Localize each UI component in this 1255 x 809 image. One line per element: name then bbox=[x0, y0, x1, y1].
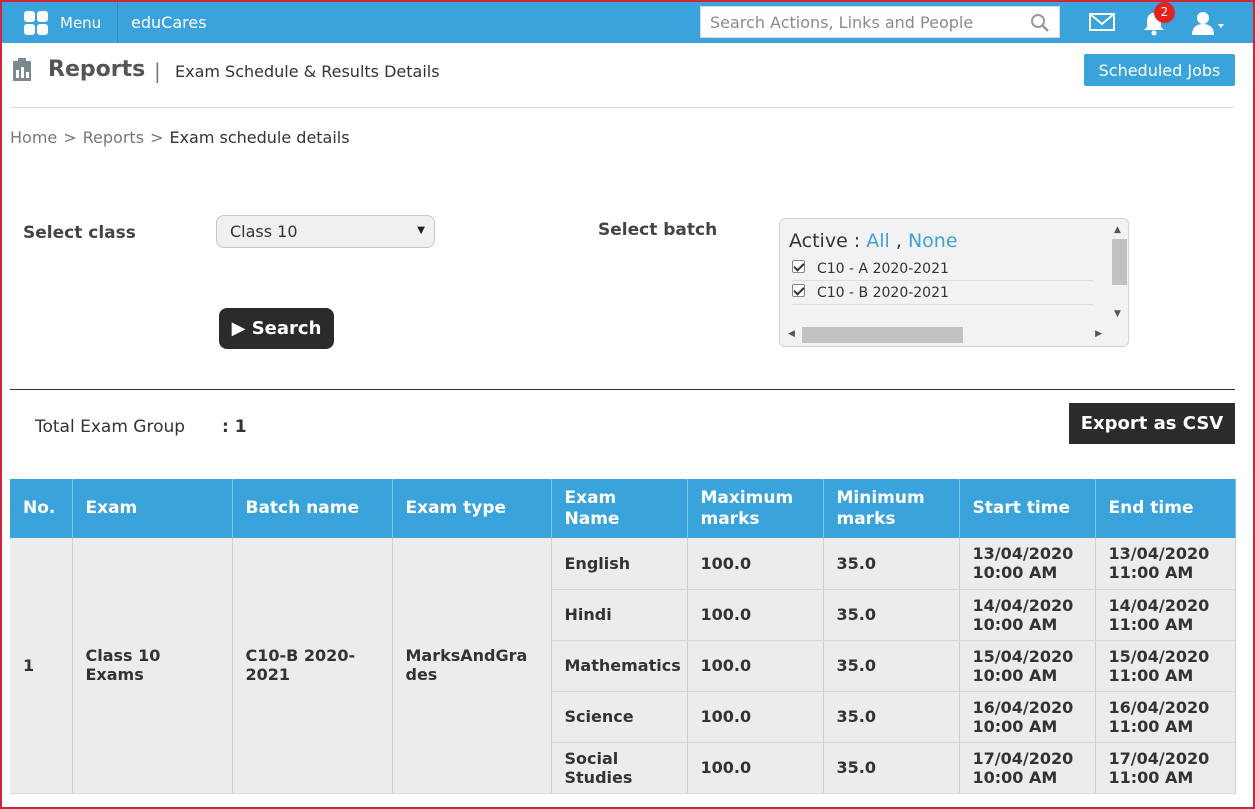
batch-active-label: Active : bbox=[789, 230, 861, 252]
cell-exam-name: Hindi bbox=[551, 589, 688, 641]
menu-label: Menu bbox=[60, 13, 102, 32]
class-select[interactable]: Class 10 ▼ bbox=[216, 215, 435, 248]
export-csv-button[interactable]: Export as CSV bbox=[1069, 403, 1235, 444]
batch-option-label: C10 - B 2020-2021 bbox=[817, 284, 949, 301]
search-input[interactable] bbox=[701, 7, 1021, 37]
cell-end-time: 17/04/2020 11:00 AM bbox=[1095, 742, 1236, 794]
cell-end-time: 15/04/2020 11:00 AM bbox=[1095, 640, 1236, 692]
select-none-link[interactable]: None bbox=[908, 230, 958, 252]
cell-end-time: 16/04/2020 11:00 AM bbox=[1095, 691, 1236, 743]
batch-option-label: C10 - A 2020-2021 bbox=[817, 260, 949, 277]
grid-icon bbox=[24, 10, 48, 35]
play-icon: ▶ bbox=[231, 318, 252, 339]
horizontal-scrollbar[interactable]: ◀ ▶ bbox=[784, 327, 1108, 343]
cell-max-marks: 100.0 bbox=[687, 538, 824, 590]
page-title: Reports bbox=[48, 57, 146, 82]
cell-exam-name: Science bbox=[551, 691, 688, 743]
breadcrumb-separator: > bbox=[150, 128, 164, 147]
class-select-value: Class 10 bbox=[230, 222, 298, 241]
cell-start-time: 15/04/2020 10:00 AM bbox=[959, 640, 1096, 692]
batch-selector: Active : All , None C10 - A 2020-2021 C1… bbox=[779, 218, 1129, 347]
breadcrumb: Home > Reports > Exam schedule details bbox=[10, 128, 350, 147]
scroll-left-icon[interactable]: ◀ bbox=[788, 329, 795, 339]
cell-end-time: 13/04/2020 11:00 AM bbox=[1095, 538, 1236, 590]
table-header-row: No. Exam Batch name Exam type Exam Name … bbox=[10, 479, 1236, 538]
checkbox-checked-icon[interactable] bbox=[792, 259, 805, 273]
scheduled-jobs-button[interactable]: Scheduled Jobs bbox=[1084, 54, 1235, 86]
user-menu-icon[interactable] bbox=[1190, 10, 1228, 36]
cell-min-marks: 35.0 bbox=[823, 742, 960, 794]
global-search[interactable] bbox=[700, 6, 1060, 38]
col-header-batch: Batch name bbox=[232, 479, 393, 538]
cell-max-marks: 100.0 bbox=[687, 640, 824, 692]
cell-batch: C10-B 2020-2021 bbox=[232, 538, 393, 794]
batch-active-header: Active : All , None bbox=[789, 230, 958, 252]
col-header-max-marks: Maximum marks bbox=[687, 479, 824, 538]
title-separator: | bbox=[154, 59, 161, 83]
mail-icon[interactable] bbox=[1089, 11, 1115, 33]
cell-min-marks: 35.0 bbox=[823, 538, 960, 590]
batch-option[interactable]: C10 - B 2020-2021 bbox=[792, 281, 1094, 305]
breadcrumb-separator: > bbox=[63, 128, 77, 147]
scroll-down-icon[interactable]: ▼ bbox=[1114, 309, 1121, 319]
exam-schedule-table: No. Exam Batch name Exam type Exam Name … bbox=[10, 479, 1236, 794]
col-header-exam: Exam bbox=[72, 479, 233, 538]
scroll-right-icon[interactable]: ▶ bbox=[1095, 329, 1102, 339]
filter-divider bbox=[10, 389, 1235, 390]
cell-exam-name: English bbox=[551, 538, 688, 590]
scroll-up-icon[interactable]: ▲ bbox=[1114, 225, 1121, 235]
search-button[interactable]: ▶ Search bbox=[219, 308, 334, 349]
cell-start-time: 13/04/2020 10:00 AM bbox=[959, 538, 1096, 590]
col-header-type: Exam type bbox=[392, 479, 552, 538]
header-divider bbox=[10, 107, 1235, 108]
cell-exam: Class 10 Exams bbox=[72, 538, 233, 794]
breadcrumb-home[interactable]: Home bbox=[10, 128, 57, 147]
search-button-label: Search bbox=[251, 318, 322, 339]
breadcrumb-reports[interactable]: Reports bbox=[83, 128, 144, 147]
col-header-exam-name: Exam Name bbox=[551, 479, 688, 538]
batch-option[interactable]: C10 - A 2020-2021 bbox=[792, 257, 1094, 281]
col-header-start: Start time bbox=[959, 479, 1096, 538]
page-subtitle: Exam Schedule & Results Details bbox=[175, 62, 440, 81]
breadcrumb-current: Exam schedule details bbox=[169, 128, 350, 147]
col-header-min-marks: Minimum marks bbox=[823, 479, 960, 538]
scroll-thumb[interactable] bbox=[1112, 239, 1127, 285]
notification-badge: 2 bbox=[1154, 2, 1175, 23]
caret-down-icon: ▼ bbox=[417, 225, 425, 236]
cell-min-marks: 35.0 bbox=[823, 691, 960, 743]
cell-start-time: 14/04/2020 10:00 AM bbox=[959, 589, 1096, 641]
cell-exam-name: Social Studies bbox=[551, 742, 688, 794]
col-header-no: No. bbox=[10, 479, 73, 538]
cell-min-marks: 35.0 bbox=[823, 589, 960, 641]
scroll-thumb[interactable] bbox=[802, 327, 963, 343]
total-exam-group-value: : 1 bbox=[222, 417, 247, 437]
cell-exam-name: Mathematics bbox=[551, 640, 688, 692]
checkbox-checked-icon[interactable] bbox=[792, 283, 805, 297]
cell-max-marks: 100.0 bbox=[687, 691, 824, 743]
brand-link[interactable]: eduCares bbox=[131, 13, 207, 32]
report-icon bbox=[13, 58, 31, 81]
cell-start-time: 17/04/2020 10:00 AM bbox=[959, 742, 1096, 794]
table-row: 1 Class 10 Exams C10-B 2020-2021 MarksAn… bbox=[10, 538, 1236, 794]
cell-start-time: 16/04/2020 10:00 AM bbox=[959, 691, 1096, 743]
cell-min-marks: 35.0 bbox=[823, 640, 960, 692]
cell-end-time: 14/04/2020 11:00 AM bbox=[1095, 589, 1236, 641]
top-navbar: Menu eduCares bbox=[2, 2, 1253, 43]
cell-max-marks: 100.0 bbox=[687, 742, 824, 794]
total-exam-group-label: Total Exam Group bbox=[35, 417, 186, 437]
batch-comma: , bbox=[895, 230, 902, 252]
vertical-scrollbar[interactable]: ▲ ▼ bbox=[1110, 223, 1127, 323]
search-icon[interactable] bbox=[1030, 13, 1050, 33]
select-all-link[interactable]: All bbox=[866, 230, 890, 252]
select-batch-label: Select batch bbox=[598, 220, 718, 240]
col-header-end: End time bbox=[1095, 479, 1236, 538]
cell-max-marks: 100.0 bbox=[687, 589, 824, 641]
cell-exam-type: MarksAndGrades bbox=[392, 538, 552, 794]
cell-no: 1 bbox=[10, 538, 73, 794]
select-class-label: Select class bbox=[23, 223, 136, 243]
menu-button[interactable]: Menu bbox=[10, 2, 118, 43]
